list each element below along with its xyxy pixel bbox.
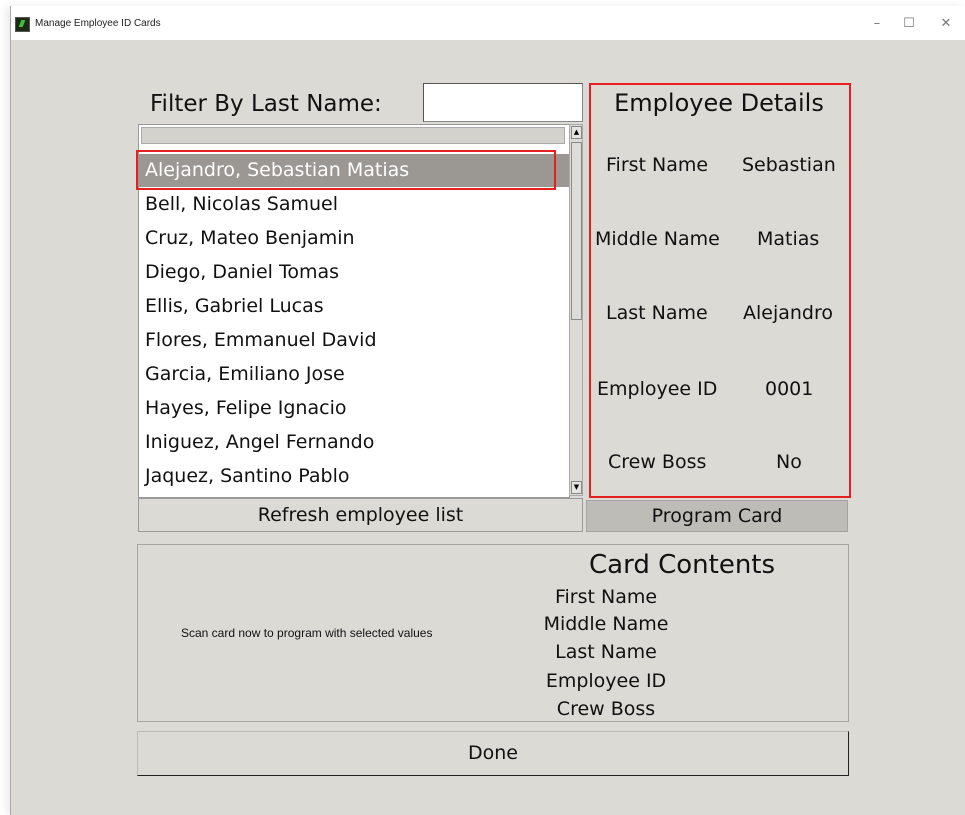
scroll-down-icon[interactable]: ▼ — [571, 481, 582, 494]
list-item[interactable]: Diego, Daniel Tomas — [139, 256, 569, 289]
employee-details-title: Employee Details — [614, 89, 824, 117]
app-window: Manage Employee ID Cards – ☐ ✕ Filter By… — [10, 6, 965, 815]
done-button[interactable]: Done — [137, 731, 849, 776]
crew-boss-label: Crew Boss — [608, 451, 707, 473]
card-last-name: Last Name — [555, 641, 657, 663]
employee-details-highlight — [589, 83, 851, 498]
last-name-label: Last Name — [606, 302, 708, 324]
scrollbar-thumb[interactable] — [571, 142, 582, 320]
minimize-icon[interactable]: – — [862, 12, 892, 36]
employee-id-label: Employee ID — [597, 378, 718, 400]
scan-instruction-text: Scan card now to program with selected v… — [181, 626, 433, 640]
scroll-up-icon[interactable]: ▲ — [571, 126, 582, 139]
filter-label: Filter By Last Name: — [150, 91, 382, 117]
list-item[interactable]: Hayes, Felipe Ignacio — [139, 392, 569, 425]
window-title: Manage Employee ID Cards — [35, 18, 161, 29]
list-item[interactable]: Cruz, Mateo Benjamin — [139, 222, 569, 255]
list-item-selected[interactable]: Alejandro, Sebastian Matias — [139, 154, 569, 187]
list-scrollbar[interactable]: ▲ ▼ — [569, 124, 583, 496]
last-name-value: Alejandro — [743, 302, 834, 324]
employee-id-value: 0001 — [765, 378, 814, 400]
list-item[interactable]: Bell, Nicolas Samuel — [139, 188, 569, 221]
list-item[interactable]: Garcia, Emiliano Jose — [139, 358, 569, 391]
list-item[interactable]: Jaquez, Santino Pablo — [139, 460, 569, 493]
card-employee-id: Employee ID — [545, 670, 667, 692]
card-crew-boss: Crew Boss — [556, 698, 656, 720]
employee-list[interactable]: Alejandro, Sebastian Matias Bell, Nicola… — [138, 124, 570, 498]
close-icon[interactable]: ✕ — [931, 12, 961, 36]
first-name-label: First Name — [606, 154, 709, 176]
card-first-name: First Name — [554, 586, 658, 608]
refresh-employee-list-button[interactable]: Refresh employee list — [138, 498, 583, 532]
program-card-button[interactable]: Program Card — [586, 500, 848, 532]
middle-name-value: Matias — [757, 228, 820, 250]
app-logo-icon — [15, 17, 30, 32]
list-header — [141, 127, 565, 144]
middle-name-label: Middle Name — [595, 228, 720, 250]
card-middle-name: Middle Name — [543, 613, 669, 635]
crew-boss-value: No — [776, 451, 802, 473]
title-bar[interactable]: Manage Employee ID Cards – ☐ ✕ — [11, 6, 965, 40]
last-name-filter-input[interactable] — [423, 83, 583, 122]
card-contents-title: Card Contents — [589, 550, 776, 580]
maximize-icon[interactable]: ☐ — [894, 12, 924, 36]
list-item[interactable]: Iniguez, Angel Fernando — [139, 426, 569, 459]
first-name-value: Sebastian — [742, 154, 836, 176]
list-item[interactable]: Flores, Emmanuel David — [139, 324, 569, 357]
list-item[interactable]: Ellis, Gabriel Lucas — [139, 290, 569, 323]
